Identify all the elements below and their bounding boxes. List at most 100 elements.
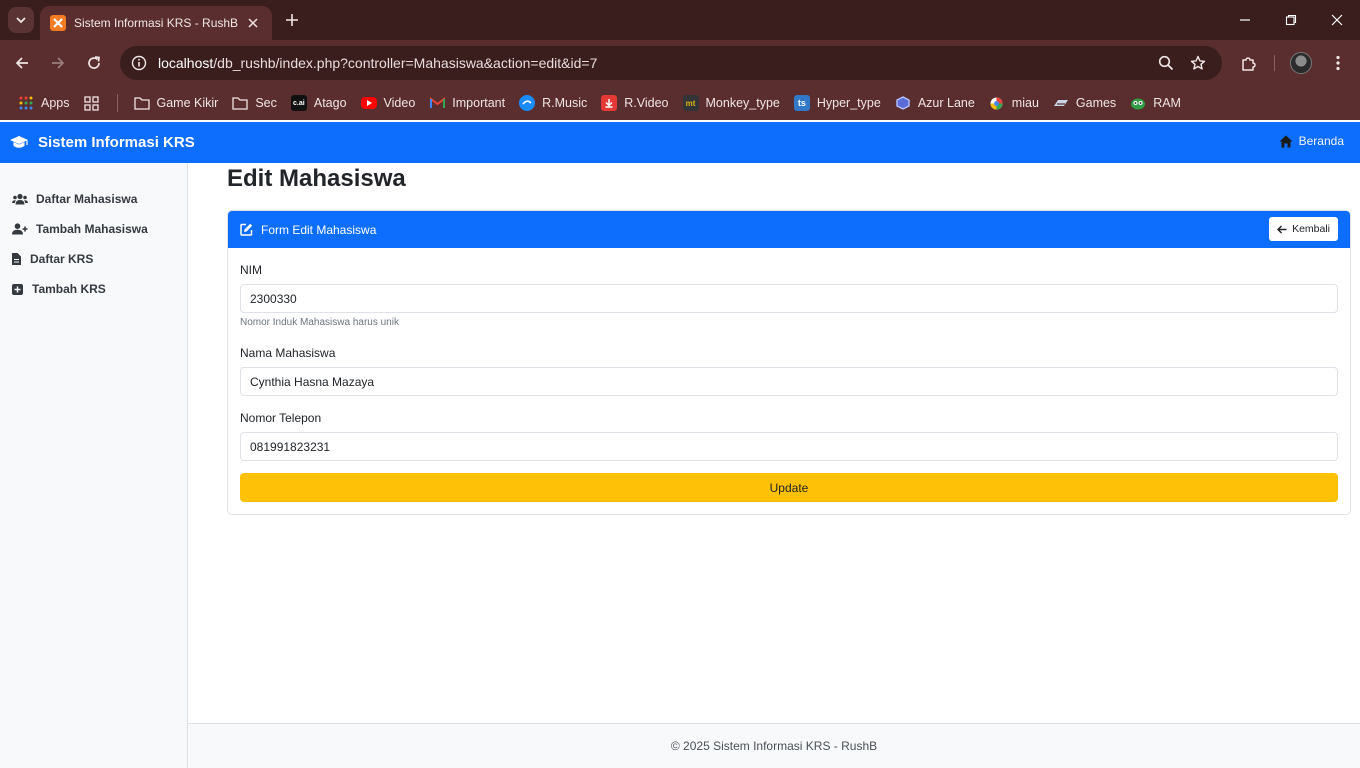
kembali-label: Kembali — [1292, 223, 1330, 235]
folder-icon — [133, 95, 150, 111]
update-button[interactable]: Update — [240, 473, 1338, 502]
bookmark-sec[interactable]: Sec — [232, 95, 277, 111]
bookmark-label: Monkey_type — [705, 96, 780, 110]
extensions-puzzle-icon[interactable] — [1236, 51, 1260, 75]
bookmark-r-music[interactable]: R.Music — [519, 95, 587, 111]
download-icon — [601, 95, 618, 111]
bookmark-label: Video — [383, 96, 416, 110]
tab-groups-button[interactable] — [84, 95, 107, 111]
zoom-icon[interactable] — [1156, 53, 1176, 73]
cai-icon: c.ai — [290, 95, 307, 111]
restore-icon[interactable] — [1279, 8, 1303, 32]
page-title: Edit Mahasiswa — [227, 165, 406, 192]
bookmark-label: Azur Lane — [917, 96, 975, 110]
plus-square-icon — [12, 282, 24, 296]
close-tab-icon[interactable] — [244, 14, 262, 32]
miau-icon — [989, 95, 1005, 111]
toolbar-divider — [1274, 55, 1275, 71]
nama-mahasiswa-input[interactable]: Cynthia Hasna Mazaya — [240, 367, 1338, 396]
bookmark-label: R.Music — [542, 96, 588, 110]
ts-icon: ts — [793, 95, 810, 111]
sidebar-item-label: Tambah KRS — [32, 282, 106, 296]
bookmark-label: Games — [1075, 96, 1117, 110]
profile-avatar[interactable] — [1290, 52, 1312, 74]
nim-input[interactable]: 2300330 — [240, 284, 1338, 313]
xampp-favicon-icon — [50, 15, 66, 31]
new-tab-plus-icon[interactable] — [282, 10, 302, 30]
nomor-telepon-label: Nomor Telepon — [240, 411, 322, 425]
nama-mahasiswa-label: Nama Mahasiswa — [240, 346, 336, 360]
back-arrow-icon[interactable] — [10, 51, 34, 75]
brand-text: Sistem Informasi KRS — [38, 134, 195, 151]
reload-icon[interactable] — [82, 51, 106, 75]
page-footer: © 2025 Sistem Informasi KRS - RushB — [188, 723, 1360, 768]
bookmark-r-video[interactable]: R.Video — [601, 95, 669, 111]
bookmark-label: Atago — [313, 96, 347, 110]
footer-text: © 2025 Sistem Informasi KRS - RushB — [670, 739, 878, 753]
arrow-left-icon — [1277, 224, 1287, 234]
ram-icon — [1130, 95, 1146, 111]
kembali-button[interactable]: Kembali — [1269, 217, 1338, 241]
bookmark-star-icon[interactable] — [1188, 53, 1208, 73]
browser-tab-bar: Sistem Informasi KRS - RushB — [0, 0, 1360, 40]
nav-link-label: Beranda — [1298, 134, 1344, 148]
gmail-icon — [429, 95, 445, 111]
sidebar-item-tambah-krs[interactable]: Tambah KRS — [12, 282, 106, 296]
user-plus-icon — [12, 222, 28, 236]
bookmark-label: Apps — [41, 96, 70, 110]
tab-search-button[interactable] — [8, 7, 34, 33]
nav-link-beranda[interactable]: Beranda — [1279, 134, 1344, 148]
browser-tab-active[interactable]: Sistem Informasi KRS - RushB — [40, 6, 272, 40]
bookmark-ram[interactable]: RAM — [1130, 95, 1181, 111]
bookmark-important[interactable]: Important — [429, 95, 505, 111]
browser-menu-kebab-icon[interactable] — [1326, 51, 1350, 75]
bookmarks-bar: Apps Game Kikir Sec c.ai Atago Video Imp… — [0, 86, 1360, 120]
bookmark-atago[interactable]: c.ai Atago — [290, 95, 347, 111]
close-window-icon[interactable] — [1325, 8, 1349, 32]
games-icon — [1053, 95, 1069, 111]
bookmark-miau[interactable]: miau — [989, 95, 1039, 111]
bookmark-video[interactable]: Video — [360, 96, 416, 110]
sidebar-item-label: Daftar Mahasiswa — [36, 192, 138, 206]
bookmark-label: miau — [1011, 96, 1039, 110]
nim-help-text: Nomor Induk Mahasiswa harus unik — [240, 317, 399, 328]
bookmark-label: RAM — [1153, 96, 1181, 110]
address-bar[interactable]: localhost/db_rushb/index.php?controller=… — [120, 46, 1222, 80]
nomor-telepon-input[interactable]: 081991823231 — [240, 432, 1338, 461]
app-navbar: Sistem Informasi KRS Beranda — [0, 122, 1360, 163]
navbar-brand[interactable]: Sistem Informasi KRS — [9, 134, 195, 151]
bookmark-games[interactable]: Games — [1053, 95, 1116, 111]
sidebar: Daftar Mahasiswa Tambah Mahasiswa Daftar… — [0, 163, 188, 768]
card-header: Form Edit Mahasiswa Kembali — [228, 211, 1350, 248]
bookmark-apps[interactable]: Apps — [18, 95, 70, 111]
bookmark-label: R.Video — [624, 96, 669, 110]
sidebar-item-tambah-mahasiswa[interactable]: Tambah Mahasiswa — [12, 222, 148, 236]
minimize-icon[interactable] — [1233, 8, 1257, 32]
monkeytype-icon: mt — [682, 95, 699, 111]
bookmark-monkey-type[interactable]: mt Monkey_type — [682, 95, 780, 111]
graduation-cap-icon — [9, 135, 29, 151]
bookmark-label: Important — [452, 96, 506, 110]
bookmark-azur-lane[interactable]: Azur Lane — [895, 95, 975, 111]
url-text: localhost/db_rushb/index.php?controller=… — [158, 55, 598, 71]
file-icon — [12, 252, 22, 266]
edit-icon — [240, 223, 253, 236]
bookmark-label: Game Kikir — [156, 96, 219, 110]
card-title: Form Edit Mahasiswa — [261, 222, 377, 237]
bookmark-hyper-type[interactable]: ts Hyper_type — [793, 95, 881, 111]
sidebar-item-daftar-mahasiswa[interactable]: Daftar Mahasiswa — [12, 192, 137, 206]
browser-toolbar: localhost/db_rushb/index.php?controller=… — [0, 40, 1360, 86]
forward-arrow-icon[interactable] — [46, 51, 70, 75]
bookmark-label: Hyper_type — [816, 96, 881, 110]
site-info-icon[interactable] — [122, 46, 156, 80]
youtube-icon — [360, 97, 377, 109]
users-icon — [12, 192, 28, 206]
nim-label: NIM — [240, 263, 262, 277]
bookmark-game-kikir[interactable]: Game Kikir — [133, 95, 219, 111]
music-icon — [519, 95, 536, 111]
apps-grid-icon — [18, 95, 34, 111]
sidebar-item-label: Tambah Mahasiswa — [36, 222, 148, 236]
bookmarks-separator — [116, 94, 118, 112]
edit-form-card: Form Edit Mahasiswa Kembali NIM 2300330 … — [227, 210, 1351, 515]
sidebar-item-daftar-krs[interactable]: Daftar KRS — [12, 252, 93, 266]
